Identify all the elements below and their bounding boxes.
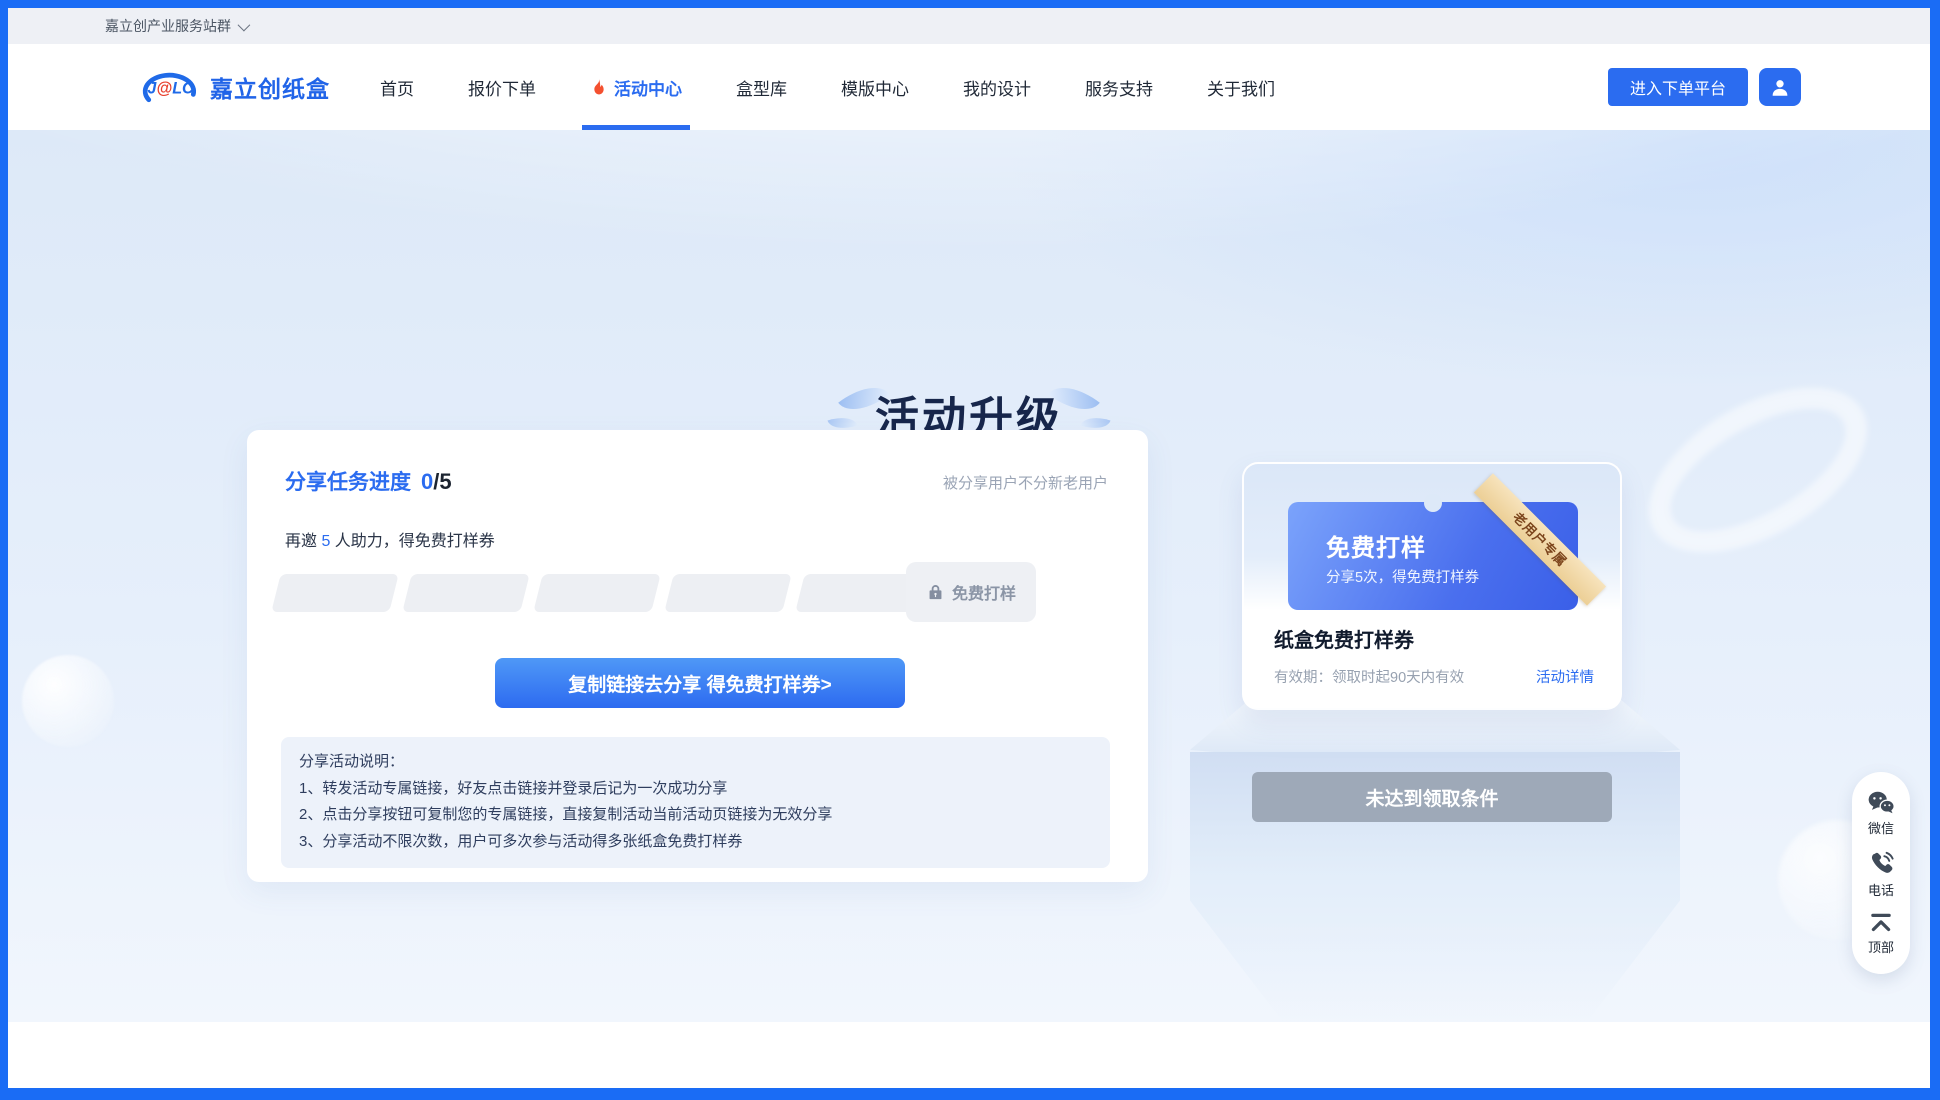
claim-condition-button[interactable]: 未达到领取条件 bbox=[1252, 772, 1612, 822]
copy-share-link-button[interactable]: 复制链接去分享 得免费打样券> bbox=[495, 658, 905, 708]
progress-segment bbox=[795, 574, 922, 612]
user-avatar-button[interactable] bbox=[1759, 68, 1801, 106]
coupon-footer: 有效期：领取时起90天内有效 活动详情 bbox=[1274, 666, 1594, 687]
nav-item-service-support[interactable]: 服务支持 bbox=[1085, 44, 1153, 130]
top-label: 顶部 bbox=[1868, 937, 1894, 956]
old-user-ribbon: 老用户专属 bbox=[1474, 473, 1606, 605]
back-to-top-icon bbox=[1868, 912, 1894, 934]
back-to-top[interactable]: 顶部 bbox=[1868, 912, 1894, 956]
progress-segment bbox=[533, 574, 660, 612]
share-progress-title: 分享任务进度 bbox=[285, 466, 411, 496]
decor-bubble-left bbox=[22, 655, 114, 747]
logo-text: 嘉立创纸盒 bbox=[210, 70, 330, 104]
floating-contact-panel: 微信 电话 顶部 bbox=[1852, 772, 1910, 974]
main-header: J@LC 嘉立创纸盒 首页 报价下单 活动中心 盒型库 模版中心 我的设计 服务… bbox=[8, 44, 1930, 130]
phone-contact[interactable]: 电话 bbox=[1868, 850, 1895, 899]
locked-reward: 免费打样 bbox=[906, 562, 1036, 622]
coupon-card: 免费打样 分享5次，得免费打样券 老用户专属 纸盒免费打样券 有效期：领取时起9… bbox=[1242, 462, 1622, 710]
enter-order-platform-button[interactable]: 进入下单平台 bbox=[1608, 68, 1748, 106]
invite-line: 再邀 5 人助力，得免费打样券 bbox=[285, 527, 495, 551]
svg-text:J@LC: J@LC bbox=[147, 80, 194, 98]
share-progress-header: 分享任务进度 0/5 bbox=[285, 466, 452, 496]
coupon-name: 纸盒免费打样券 bbox=[1274, 624, 1414, 653]
progress-total: /5 bbox=[433, 469, 451, 494]
share-task-card: 分享任务进度 0/5 被分享用户不分新老用户 再邀 5 人助力，得免费打样券 免… bbox=[247, 430, 1148, 882]
share-rule-3: 3、分享活动不限次数，用户可多次参与活动得多张纸盒免费打样券 bbox=[299, 829, 1092, 856]
wechat-contact[interactable]: 微信 bbox=[1867, 790, 1895, 837]
locked-reward-label: 免费打样 bbox=[952, 580, 1016, 604]
nav-item-template-center[interactable]: 模版中心 bbox=[841, 44, 909, 130]
progress-bar bbox=[276, 574, 918, 612]
share-rule-2: 2、点击分享按钮可复制您的专属链接，直接复制活动当前活动页链接为无效分享 bbox=[299, 802, 1092, 829]
coupon-banner: 免费打样 分享5次，得免费打样券 老用户专属 bbox=[1288, 502, 1578, 610]
share-note: 被分享用户不分新老用户 bbox=[943, 472, 1108, 493]
coupon-title: 免费打样 bbox=[1326, 528, 1426, 563]
logo-mark-icon: J@LC bbox=[138, 64, 200, 110]
chevron-down-icon bbox=[238, 18, 251, 31]
nav-item-about-us[interactable]: 关于我们 bbox=[1207, 44, 1275, 130]
nav-item-quote[interactable]: 报价下单 bbox=[468, 44, 536, 130]
phone-icon bbox=[1868, 850, 1895, 877]
site-group-label: 嘉立创产业服务站群 bbox=[105, 16, 231, 36]
coupon-validity: 有效期：领取时起90天内有效 bbox=[1274, 666, 1464, 687]
nav-item-activity-center[interactable]: 活动中心 bbox=[590, 44, 682, 130]
nav-item-home[interactable]: 首页 bbox=[380, 44, 414, 130]
lock-icon bbox=[926, 582, 945, 602]
activity-details-link[interactable]: 活动详情 bbox=[1536, 666, 1594, 687]
progress-segment bbox=[402, 574, 529, 612]
logo[interactable]: J@LC 嘉立创纸盒 bbox=[138, 64, 330, 110]
share-rules: 分享活动说明： 1、转发活动专属链接，好友点击链接并登录后记为一次成功分享 2、… bbox=[281, 737, 1110, 868]
page: 嘉立创产业服务站群 J@LC 嘉立创纸盒 首页 报价下单 活动中心 盒型库 模版… bbox=[8, 8, 1930, 1088]
nav-item-my-designs[interactable]: 我的设计 bbox=[963, 44, 1031, 130]
progress-segment bbox=[664, 574, 791, 612]
wechat-label: 微信 bbox=[1868, 818, 1894, 837]
coupon-notch bbox=[1424, 494, 1442, 512]
share-rules-title: 分享活动说明： bbox=[299, 749, 1092, 776]
coupon-subtitle: 分享5次，得免费打样券 bbox=[1326, 566, 1479, 587]
progress-current: 0 bbox=[421, 469, 433, 494]
phone-label: 电话 bbox=[1868, 880, 1894, 899]
main-nav: 首页 报价下单 活动中心 盒型库 模版中心 我的设计 服务支持 关于我们 bbox=[380, 44, 1275, 130]
wechat-icon bbox=[1867, 790, 1895, 815]
nav-item-box-library[interactable]: 盒型库 bbox=[736, 44, 787, 130]
topbar: 嘉立创产业服务站群 bbox=[8, 8, 1930, 44]
progress-segment bbox=[271, 574, 398, 612]
bottom-strip bbox=[8, 1022, 1930, 1088]
user-icon bbox=[1769, 76, 1791, 98]
flame-icon bbox=[590, 77, 608, 97]
share-rule-1: 1、转发活动专属链接，好友点击链接并登录后记为一次成功分享 bbox=[299, 776, 1092, 803]
site-group-dropdown[interactable]: 嘉立创产业服务站群 bbox=[105, 16, 247, 36]
